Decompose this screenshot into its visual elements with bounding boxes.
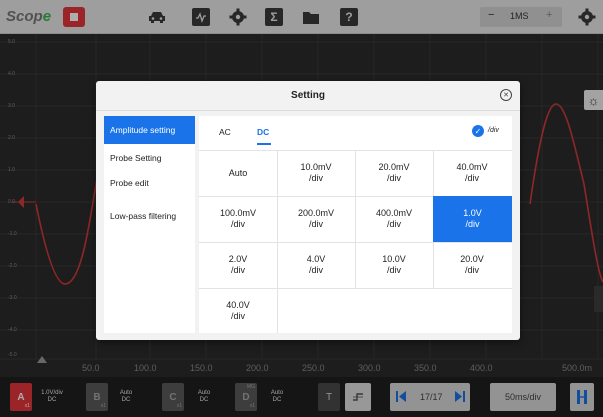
setting-dialog: Setting ✕ Amplitude setting Probe Settin… xyxy=(96,81,520,340)
tab-dc[interactable]: DC xyxy=(257,127,269,137)
menu-item-probe-edit[interactable]: Probe edit xyxy=(104,169,195,197)
option-200mv[interactable]: 200.0mV /div xyxy=(277,196,355,242)
option-400mv[interactable]: 400.0mV /div xyxy=(355,196,433,242)
option-40mv[interactable]: 40.0mV /div xyxy=(433,150,511,196)
menu-item-amplitude-setting[interactable]: Amplitude setting xyxy=(104,116,195,144)
dialog-title: Setting xyxy=(96,81,520,111)
option-10mv[interactable]: 10.0mV /div xyxy=(277,150,355,196)
checkmark-icon[interactable]: ✓ xyxy=(472,125,484,137)
option-20v[interactable]: 20.0V /div xyxy=(433,242,511,288)
amplitude-panel: AC DC ✓ /div Auto 10.0mV /div 20.0mV /di… xyxy=(199,116,512,333)
tab-ac[interactable]: AC xyxy=(219,127,231,137)
setting-menu: Amplitude setting Probe Setting Probe ed… xyxy=(104,116,195,333)
menu-item-probe-setting[interactable]: Probe Setting xyxy=(104,144,195,172)
option-10v[interactable]: 10.0V /div xyxy=(355,242,433,288)
option-40v[interactable]: 40.0V /div xyxy=(199,288,277,334)
option-1v-selected[interactable]: 1.0V /div xyxy=(433,196,512,242)
menu-item-low-pass-filtering[interactable]: Low-pass filtering xyxy=(104,202,195,230)
option-100mv[interactable]: 100.0mV /div xyxy=(199,196,277,242)
option-auto[interactable]: Auto xyxy=(199,150,277,196)
tab-underline xyxy=(257,143,271,145)
close-icon[interactable]: ✕ xyxy=(500,89,512,101)
option-20mv[interactable]: 20.0mV /div xyxy=(355,150,433,196)
option-4v[interactable]: 4.0V /div xyxy=(277,242,355,288)
option-2v[interactable]: 2.0V /div xyxy=(199,242,277,288)
per-div-label: /div xyxy=(488,127,499,134)
